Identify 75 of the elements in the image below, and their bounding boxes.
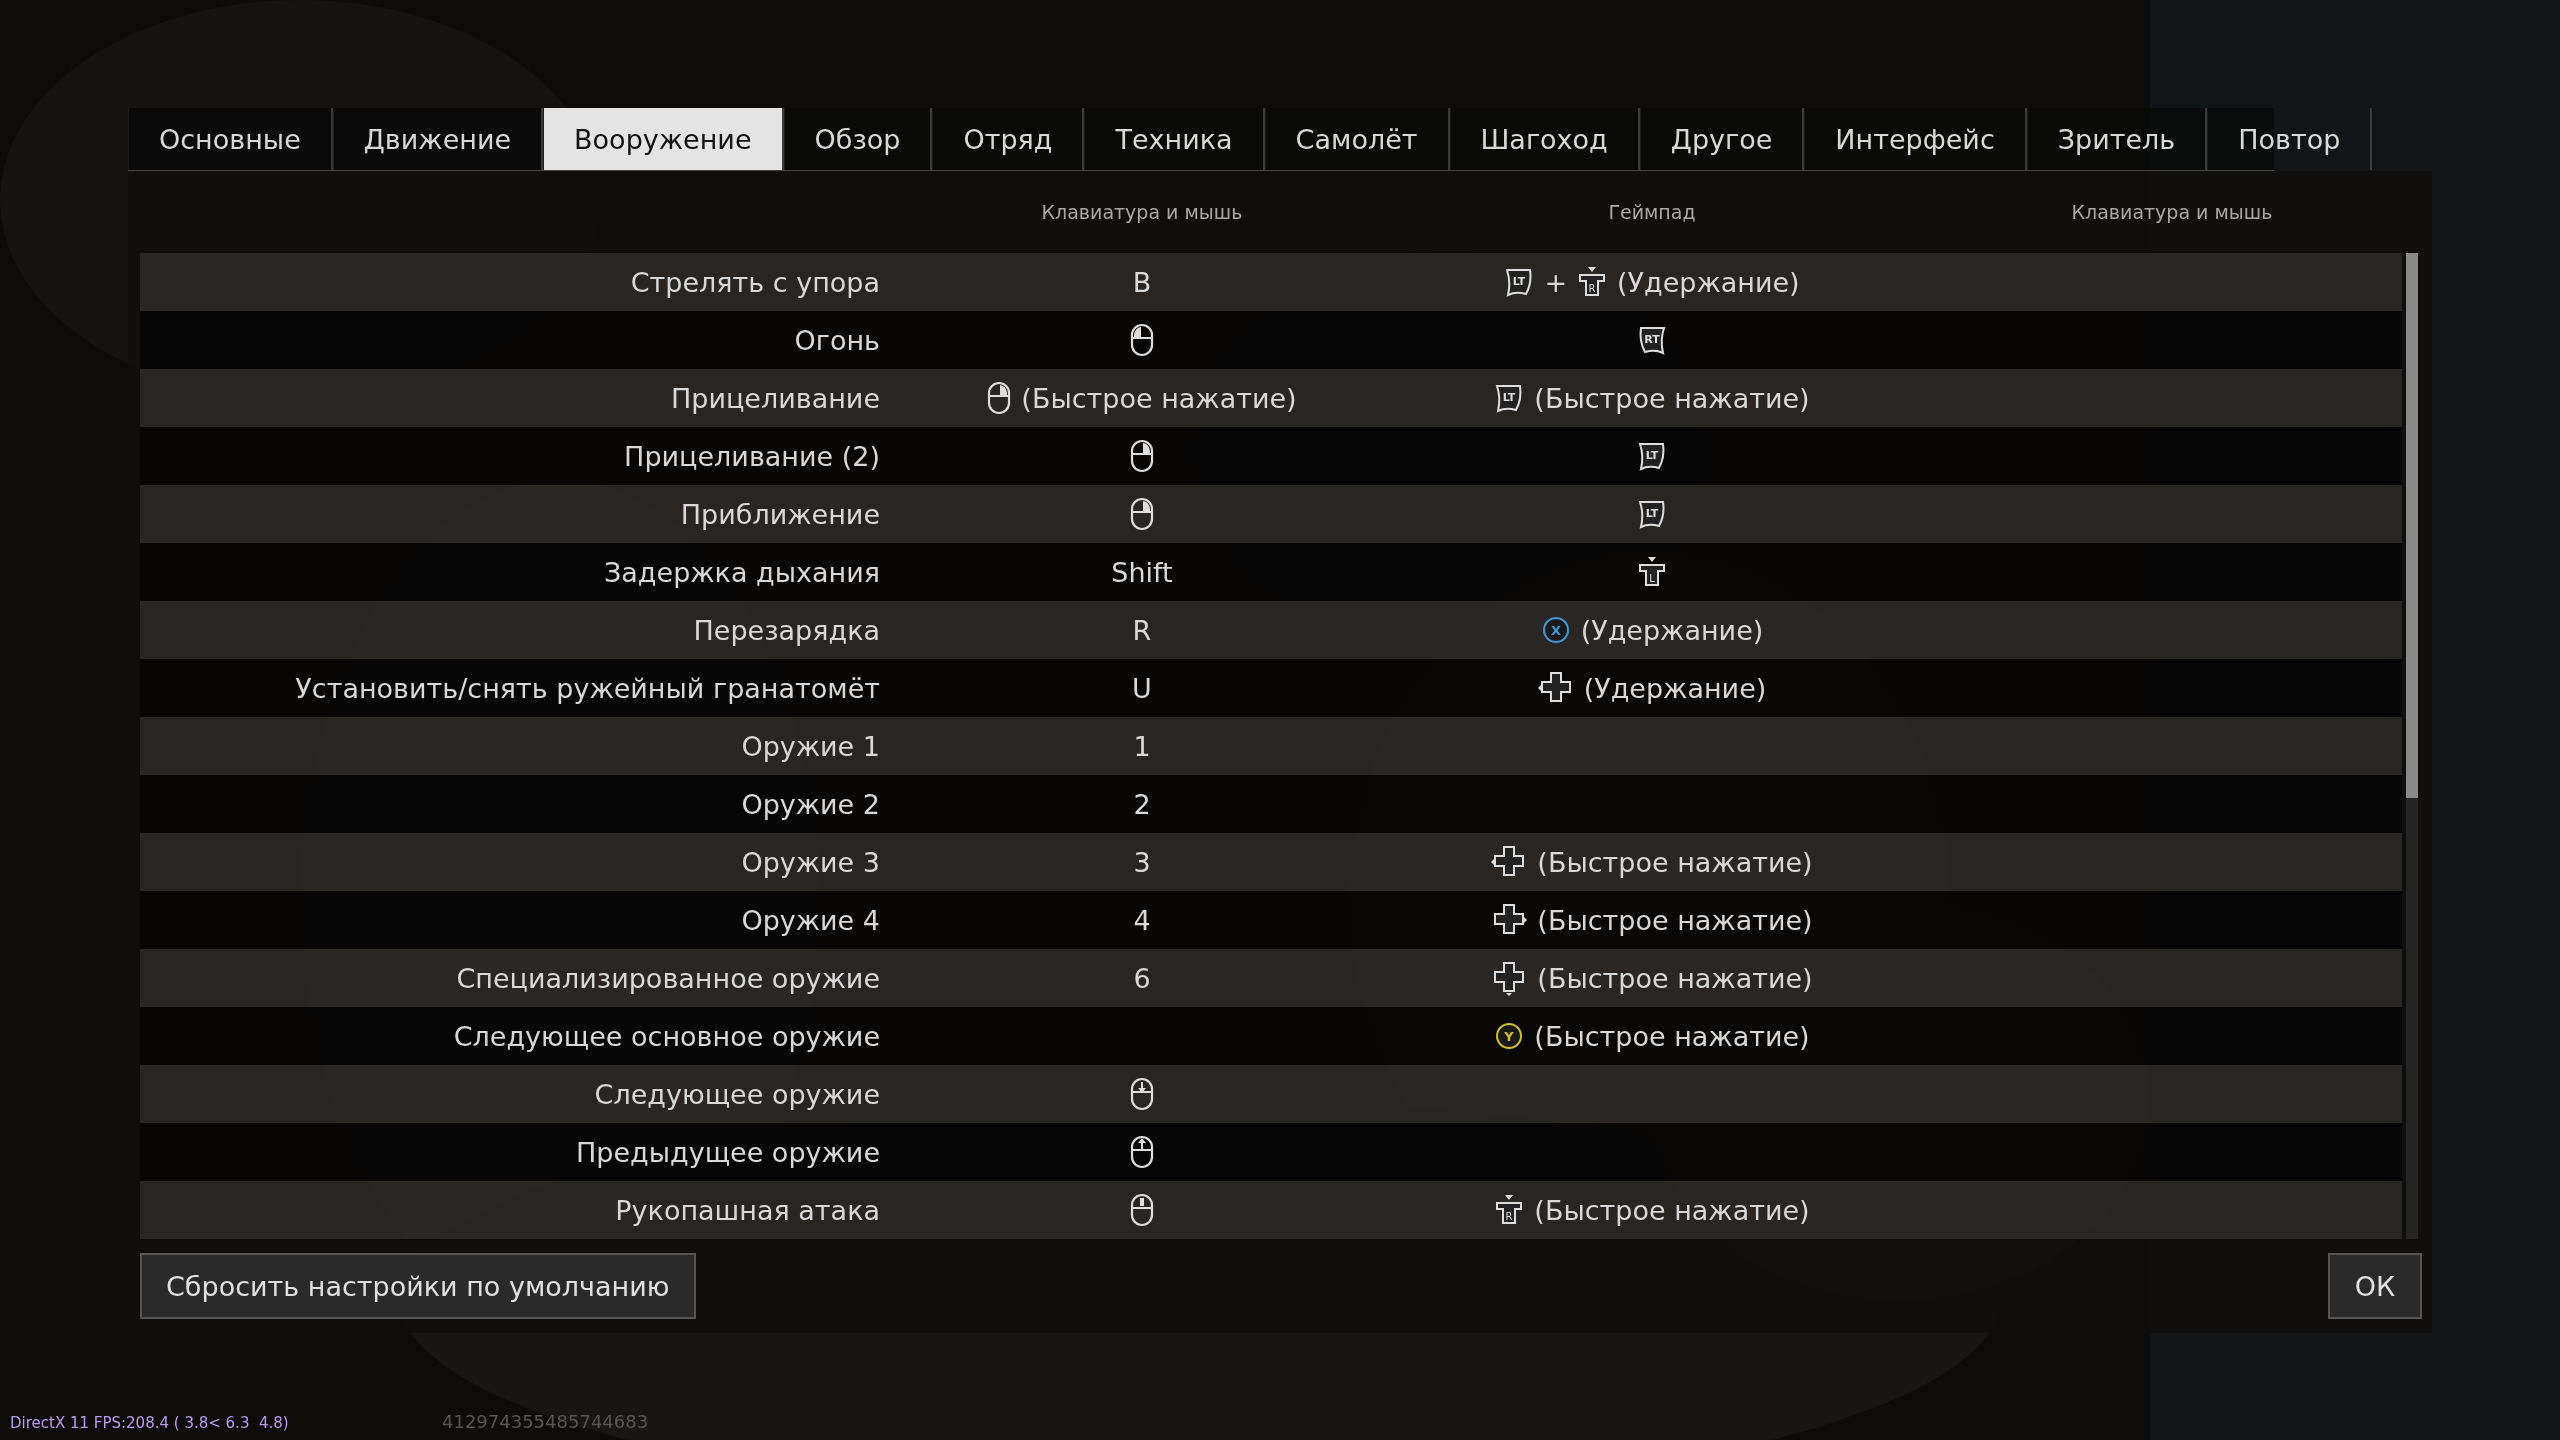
binding-text: 1	[1133, 730, 1151, 762]
binding-row[interactable]: Оружие 2 2	[140, 775, 2402, 833]
action-label: Оружие 2	[740, 788, 881, 820]
session-id: 412974355485744683	[442, 1411, 649, 1432]
binding-row[interactable]: Следующее основное оружие Y (Быстрое нажатие)	[140, 1007, 2402, 1065]
trigger-icon: LT	[1637, 441, 1667, 471]
binding-text: (Быстрое нажатие)	[1534, 382, 1810, 414]
binding-row[interactable]: Перезарядка R X (Удержание)	[140, 601, 2402, 659]
action-label: Стрелять с упора	[629, 266, 881, 298]
action-label: Установить/снять ружейный гранатомёт	[294, 672, 881, 704]
reset-button[interactable]: Сбросить настройки по умолчанию	[140, 1253, 696, 1319]
binding-text: R	[1132, 614, 1152, 646]
binding-row[interactable]: Приближение LT	[140, 485, 2402, 543]
binding-text: B	[1132, 266, 1152, 298]
face-button-icon: Y	[1494, 1021, 1525, 1051]
mouse-icon	[1130, 1077, 1154, 1111]
trigger-icon: LT	[1637, 499, 1667, 529]
binding-row[interactable]: Прицеливание (Быстрое нажатие) LT (Быстрое нажатие)	[140, 369, 2402, 427]
binding-text: 2	[1133, 788, 1151, 820]
action-label: Предыдущее оружие	[574, 1136, 881, 1168]
face-button-icon: X	[1540, 615, 1571, 645]
action-label: Следующее оружие	[593, 1078, 881, 1110]
binding-row[interactable]: Прицеливание (2) LT	[140, 427, 2402, 485]
binding-text: (Быстрое нажатие)	[1534, 1194, 1810, 1226]
action-label: Следующее основное оружие	[452, 1020, 881, 1052]
trigger-icon: RT	[1637, 325, 1667, 355]
binding-text: (Быстрое нажатие)	[1537, 904, 1813, 936]
mouse-icon	[1130, 323, 1154, 357]
action-label: Задержка дыхания	[603, 556, 881, 588]
tab[interactable]: Вооружение	[543, 108, 784, 170]
binding-text: +	[1544, 266, 1567, 298]
mouse-icon	[1130, 439, 1154, 473]
binding-row[interactable]: Специализированное оружие 6 (Быстрое нажатие)	[140, 949, 2402, 1007]
binding-text: (Удержание)	[1580, 614, 1764, 646]
action-label: Рукопашная атака	[614, 1194, 881, 1226]
binding-row[interactable]: Следующее оружие	[140, 1065, 2402, 1123]
binding-text: (Быстрое нажатие)	[1021, 382, 1297, 414]
column-header: Клавиатура и мышь	[1040, 201, 1244, 223]
action-label: Специализированное оружие	[455, 962, 881, 994]
action-label: Прицеливание (2)	[623, 440, 881, 472]
action-label: Оружие 1	[740, 730, 881, 762]
binding-text: (Быстрое нажатие)	[1537, 962, 1813, 994]
mouse-icon	[1130, 1135, 1154, 1169]
binding-row[interactable]: Рукопашная атака R (Быстрое нажатие)	[140, 1181, 2402, 1239]
binding-row[interactable]: Оружие 1 1	[140, 717, 2402, 775]
binding-row[interactable]: Предыдущее оружие	[140, 1123, 2402, 1181]
binding-text: (Удержание)	[1583, 672, 1767, 704]
action-label: Огонь	[793, 324, 881, 356]
binding-text: 3	[1133, 846, 1151, 878]
column-header: Клавиатура и мышь	[2070, 201, 2274, 223]
action-label: Оружие 4	[740, 904, 881, 936]
scrollbar-thumb[interactable]	[2406, 253, 2418, 798]
binding-row[interactable]: Задержка дыхания Shift L	[140, 543, 2402, 601]
binding-row[interactable]: Оружие 4 4 (Быстрое нажатие)	[140, 891, 2402, 949]
mouse-icon	[1130, 1193, 1154, 1227]
mouse-icon	[1130, 497, 1154, 531]
fps-counter: DirectX 11 FPS:208.4 ( 3.8< 6.3 4.8)	[10, 1414, 290, 1432]
binding-text: U	[1132, 672, 1152, 704]
action-label: Приближение	[679, 498, 881, 530]
binding-row[interactable]: Огонь RT	[140, 311, 2402, 369]
binding-text: 6	[1133, 962, 1151, 994]
binding-text: (Удержание)	[1617, 266, 1800, 298]
ok-button[interactable]: ОК	[2328, 1253, 2422, 1319]
action-label: Оружие 3	[740, 846, 881, 878]
action-label: Прицеливание	[669, 382, 881, 414]
binding-text: (Быстрое нажатие)	[1537, 846, 1813, 878]
mouse-icon	[987, 381, 1012, 415]
binding-text: 4	[1133, 904, 1151, 936]
binding-text: (Быстрое нажатие)	[1534, 1020, 1810, 1052]
binding-row[interactable]: Установить/снять ружейный гранатомёт U (Удержание)	[140, 659, 2402, 717]
binding-row[interactable]: Оружие 3 3 (Быстрое нажатие)	[140, 833, 2402, 891]
binding-row[interactable]: Стрелять с упора B LT + R (Удержание)	[140, 253, 2402, 311]
binding-text: Shift	[1111, 556, 1173, 588]
action-label: Перезарядка	[692, 614, 881, 646]
column-header: Геймпад	[1607, 201, 1697, 223]
